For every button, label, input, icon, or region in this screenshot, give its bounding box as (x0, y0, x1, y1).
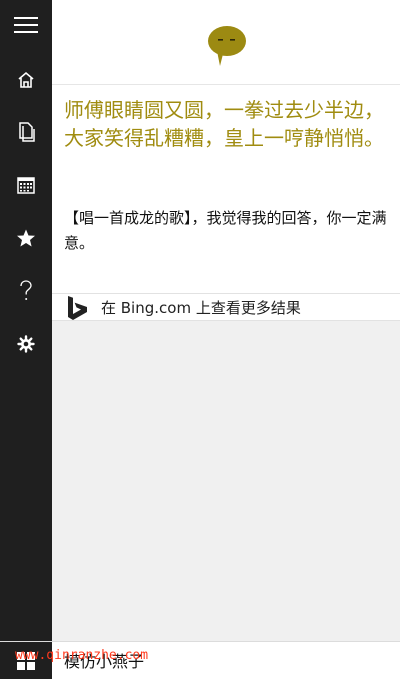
answer-text: 师傅眼睛圆又圆，一拳过去少半边，大家笑得乱糟糟，皇上一哼静悄悄。 (64, 98, 384, 150)
hamburger-menu-icon (14, 17, 38, 33)
sidebar-item-settings[interactable] (0, 319, 52, 369)
sidebar-item-notebook[interactable] (0, 107, 52, 157)
sidebar-item-calendar[interactable] (0, 160, 52, 210)
card-divider (52, 84, 400, 85)
help-icon (20, 280, 32, 300)
gear-icon (17, 335, 35, 353)
bing-logo-icon (68, 296, 87, 320)
answer-card: 师傅眼睛圆又圆，一拳过去少半边，大家笑得乱糟糟，皇上一哼静悄悄。 【唱一首成龙的… (52, 0, 400, 293)
sidebar (0, 0, 52, 679)
sidebar-item-home[interactable] (0, 55, 52, 105)
answer-subtext: 【唱一首成龙的歌】，我觉得我的回答，你一定满意。 (64, 209, 387, 252)
sidebar-item-help[interactable] (0, 266, 52, 316)
calendar-icon (17, 177, 35, 194)
bing-link-label: 在 Bing.com 上查看更多结果 (101, 299, 301, 317)
watermark-text: www.qinranzhe.com (15, 648, 149, 663)
cortana-logo-icon (208, 26, 246, 66)
home-icon (18, 71, 34, 88)
menu-button[interactable] (0, 0, 52, 50)
notebook-icon (19, 122, 35, 142)
sidebar-item-favorites[interactable] (0, 213, 52, 263)
bing-more-results-link[interactable]: 在 Bing.com 上查看更多结果 (52, 293, 400, 321)
content-area: 师傅眼睛圆又圆，一拳过去少半边，大家笑得乱糟糟，皇上一哼静悄悄。 【唱一首成龙的… (52, 0, 400, 679)
star-icon (17, 229, 35, 247)
